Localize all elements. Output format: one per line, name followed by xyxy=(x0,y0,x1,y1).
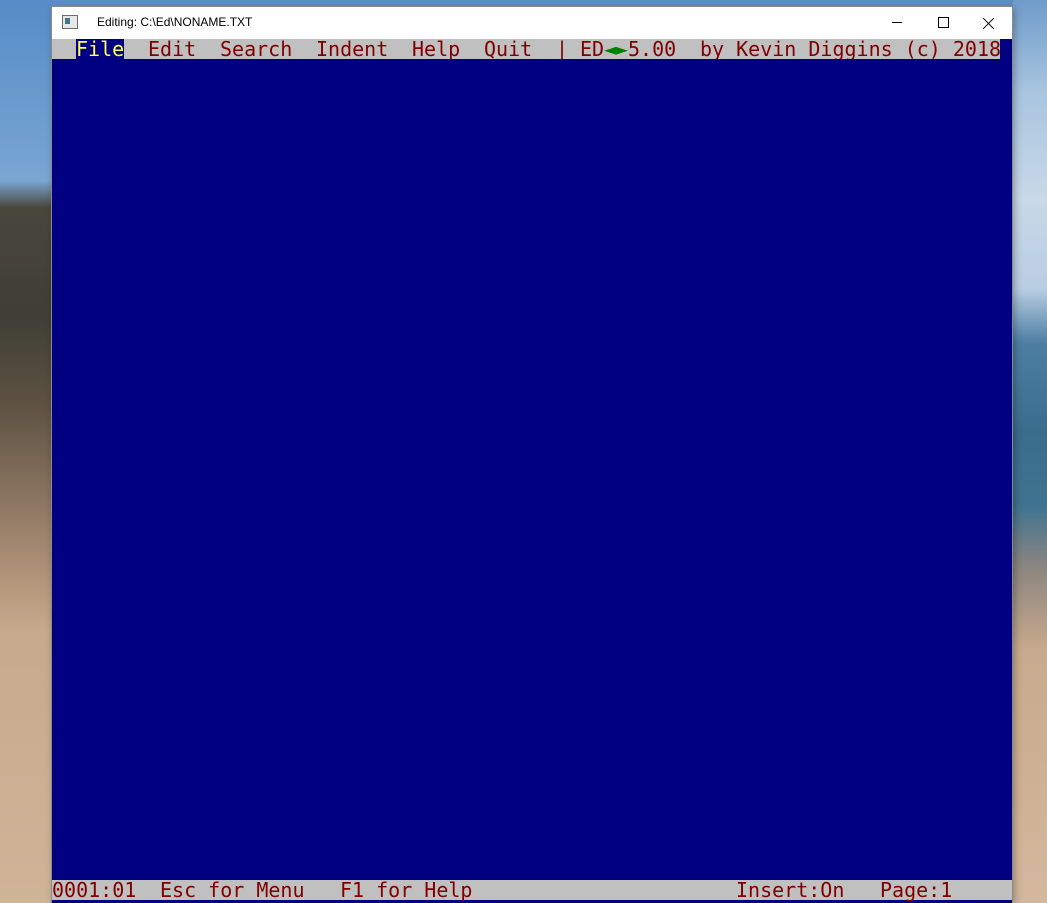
console-area: File Edit Search Indent Help Quit | ED ◄… xyxy=(52,39,1012,903)
menu-file[interactable]: File xyxy=(76,39,125,59)
text-editing-area[interactable] xyxy=(52,59,1012,880)
window-title: Editing: C:\Ed\NONAME.TXT xyxy=(97,15,253,29)
app-icon[interactable] xyxy=(62,15,78,29)
menu-search[interactable]: Search xyxy=(220,39,292,59)
desktop-background-right xyxy=(1013,0,1047,903)
cursor-position: 0001:01 xyxy=(52,878,137,902)
status-bar: 0001:01 Esc for Menu F1 for Help Insert:… xyxy=(52,880,1012,900)
editor-window: Editing: C:\Ed\NONAME.TXT File Edit Sear… xyxy=(52,7,1012,903)
page-indicator: Page:1 xyxy=(880,878,953,902)
menu-help[interactable]: Help xyxy=(412,39,460,59)
title-bar[interactable]: Editing: C:\Ed\NONAME.TXT xyxy=(52,7,1012,38)
insert-mode: Insert:On xyxy=(736,878,845,902)
product-version: 5.00 xyxy=(628,37,677,61)
menu-edit[interactable]: Edit xyxy=(148,39,196,59)
minimize-button[interactable] xyxy=(874,7,920,38)
minimize-icon xyxy=(892,22,902,23)
menu-separator: | xyxy=(556,37,569,61)
product-name: ED xyxy=(580,37,605,61)
close-button[interactable] xyxy=(966,7,1012,38)
maximize-icon xyxy=(937,17,949,28)
close-icon xyxy=(983,17,995,29)
menu-bar: File Edit Search Indent Help Quit | ED ◄… xyxy=(52,37,1002,61)
esc-hint: Esc for Menu xyxy=(160,878,305,902)
menu-quit[interactable]: Quit xyxy=(484,39,532,59)
desktop-background-left xyxy=(0,0,52,903)
maximize-button[interactable] xyxy=(920,7,966,38)
arrows-icon: ◄► xyxy=(604,37,629,61)
product-credit: by Kevin Diggins (c) 2018 xyxy=(700,37,1002,61)
menu-indent[interactable]: Indent xyxy=(316,39,388,59)
f1-hint: F1 for Help xyxy=(340,878,473,902)
